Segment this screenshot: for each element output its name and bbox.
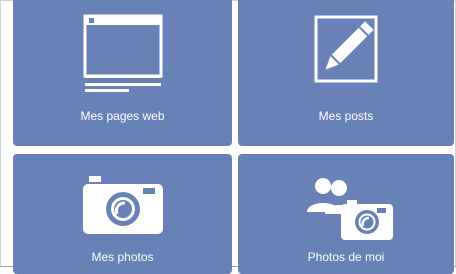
camera-icon bbox=[83, 176, 163, 234]
tile-label: Mes pages web bbox=[80, 109, 165, 123]
tile-label: Mes posts bbox=[318, 109, 374, 123]
tile-mes-pages-web[interactable]: Mes pages web bbox=[13, 0, 232, 146]
web-page-icon bbox=[83, 14, 163, 92]
tile-photos-de-moi[interactable]: Photos de moi bbox=[238, 154, 454, 274]
tile-label: Photos de moi bbox=[307, 250, 385, 264]
tile-label: Mes photos bbox=[91, 250, 154, 264]
people-camera-icon bbox=[307, 178, 393, 240]
tile-mes-posts[interactable]: Mes posts bbox=[238, 0, 454, 146]
tile-mes-photos[interactable]: Mes photos bbox=[13, 154, 232, 274]
pencil-icon bbox=[314, 15, 378, 83]
frame-border-left bbox=[0, 0, 1, 267]
